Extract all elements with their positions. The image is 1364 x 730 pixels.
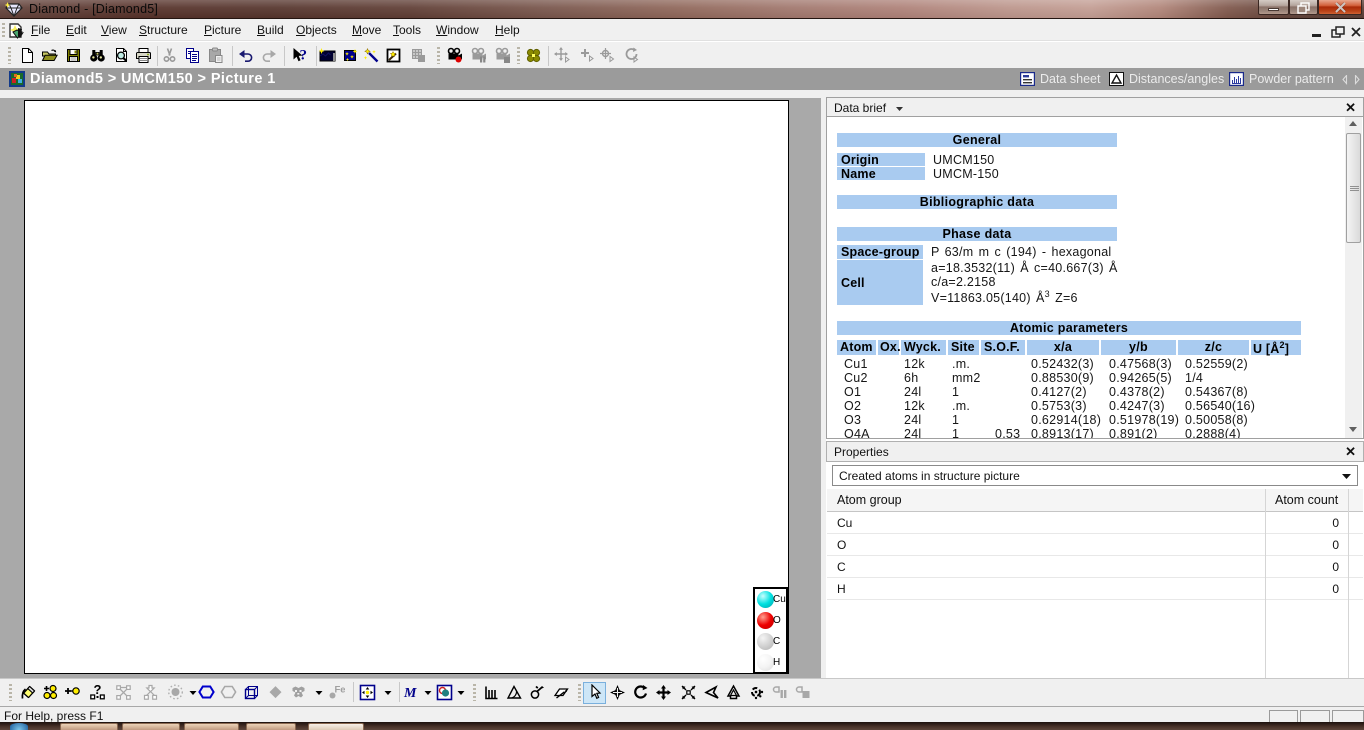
svg-text:Fe: Fe [335, 685, 346, 696]
svg-text:?: ? [300, 48, 308, 64]
svg-text:M: M [403, 686, 417, 701]
